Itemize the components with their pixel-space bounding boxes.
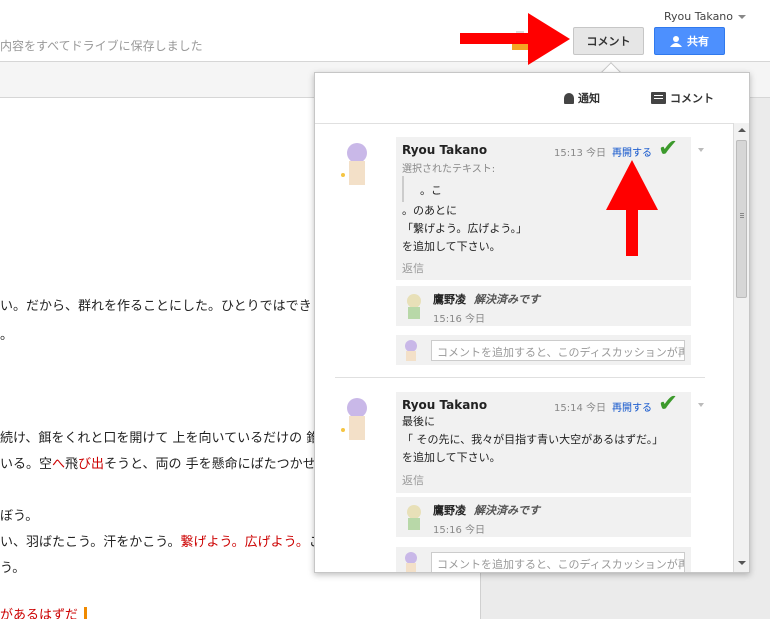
resolver-line: 鷹野凌 解決済みです bbox=[433, 502, 540, 518]
add-comment-row: コメントを追加すると、このディスカッションが再 bbox=[396, 547, 691, 572]
resolved-entry: 鷹野凌 解決済みです 15:16 今日 bbox=[396, 497, 691, 537]
resolver-name: 鷹野凌 bbox=[433, 293, 466, 306]
thread-divider bbox=[335, 377, 705, 378]
share-button[interactable]: 共有 bbox=[654, 27, 725, 55]
annotation-arrow-up-icon bbox=[606, 160, 658, 256]
scroll-thumb[interactable] bbox=[736, 140, 747, 298]
doc-line: いる。空へ飛び出そうと、両の 手を懸命にばたつかせ bbox=[0, 457, 316, 472]
comment-icon bbox=[651, 92, 666, 104]
reopen-link[interactable]: 再開する bbox=[612, 144, 652, 159]
avatar bbox=[407, 294, 421, 319]
top-bar: 内容をすべてドライブに保存しました Ryou Takano コメント 共有 bbox=[0, 0, 770, 62]
save-status: 内容をすべてドライブに保存しました bbox=[0, 39, 203, 53]
grip-icon bbox=[740, 213, 744, 214]
doc-line: い、羽ばたこう。汗をかこう。繋げよう。広げよう。こ bbox=[0, 535, 322, 550]
doc-line: があるはずだ bbox=[0, 608, 78, 619]
reply-link[interactable]: 返信 bbox=[402, 472, 424, 488]
tab-notifications[interactable]: 通知 bbox=[564, 90, 600, 106]
comment-body-line: 。のあとに bbox=[402, 204, 457, 217]
divider bbox=[315, 123, 749, 124]
checkmark-icon: ✔ bbox=[658, 389, 679, 417]
reply-link[interactable]: 返信 bbox=[402, 260, 424, 276]
add-comment-input[interactable]: コメントを追加すると、このディスカッションが再 bbox=[431, 552, 685, 572]
add-comment-row: コメントを追加すると、このディスカッションが再 bbox=[396, 335, 691, 365]
tab-comments[interactable]: コメント bbox=[651, 90, 714, 106]
comment-body-line: を追加して下さい。 bbox=[402, 240, 501, 253]
chevron-down-icon bbox=[738, 15, 747, 19]
scroll-down-icon[interactable] bbox=[738, 561, 746, 565]
resolved-entry: 鷹野凌 解決済みです 15:16 今日 bbox=[396, 286, 691, 326]
comment-time: 15:13 今日 bbox=[554, 148, 606, 159]
selected-text: 。こ bbox=[420, 184, 442, 197]
comment-body-line: 「繋げよう。広げよう。」 bbox=[402, 222, 528, 235]
comment-anchor-marker bbox=[84, 607, 87, 619]
doc-line: 。 bbox=[0, 328, 14, 343]
share-label: 共有 bbox=[687, 35, 709, 48]
doc-line: ぼう。 bbox=[0, 509, 39, 524]
dropdown-caret-icon[interactable] bbox=[698, 148, 704, 152]
doc-line: う。 bbox=[0, 561, 26, 576]
doc-line: い。だから、群れを作ることにした。ひとりではでき bbox=[0, 299, 312, 314]
panel-scrollbar[interactable] bbox=[733, 123, 749, 572]
avatar bbox=[405, 340, 417, 361]
resolved-time: 15:16 今日 bbox=[433, 314, 485, 325]
user-name: Ryou Takano bbox=[664, 10, 734, 23]
resolver-name: 鷹野凌 bbox=[433, 504, 466, 517]
comment-body-line: 「 その先に、我々が目指す青い大空があるはずだ。」 bbox=[402, 433, 664, 446]
person-icon bbox=[670, 35, 682, 47]
bell-icon bbox=[564, 92, 574, 104]
add-comment-input[interactable]: コメントを追加すると、このディスカッションが再 bbox=[431, 340, 685, 361]
selected-text-label: 選択されたテキスト: bbox=[402, 164, 496, 175]
comment-card: Ryou Takano 15:14 今日 再開する ✔ 最後に 「 その先に、我… bbox=[396, 389, 704, 493]
comment-body-line: を追加して下さい。 bbox=[402, 451, 501, 464]
tab-notifications-label: 通知 bbox=[578, 92, 600, 105]
comment-time: 15:14 今日 bbox=[554, 403, 606, 414]
resolved-status: 解決済みです bbox=[474, 504, 540, 517]
avatar bbox=[407, 505, 421, 530]
annotation-arrow-right-icon bbox=[460, 13, 570, 65]
dropdown-caret-icon[interactable] bbox=[698, 403, 704, 407]
scroll-up-icon[interactable] bbox=[738, 128, 746, 132]
avatar bbox=[341, 398, 367, 440]
checkmark-icon: ✔ bbox=[658, 134, 679, 162]
user-menu[interactable]: Ryou Takano bbox=[664, 10, 747, 23]
avatar bbox=[405, 552, 417, 572]
resolved-status: 解決済みです bbox=[474, 293, 540, 306]
quote-bar bbox=[402, 176, 404, 202]
reopen-link[interactable]: 再開する bbox=[612, 399, 652, 414]
comments-panel: 通知 コメント Ryou Takano 15:13 今日 再開する ✔ 選択され… bbox=[314, 72, 750, 573]
comment-author: Ryou Takano bbox=[402, 143, 488, 157]
resolver-line: 鷹野凌 解決済みです bbox=[433, 291, 540, 307]
comments-button[interactable]: コメント bbox=[573, 27, 644, 55]
tab-comments-label: コメント bbox=[670, 92, 714, 105]
avatar bbox=[341, 143, 367, 185]
doc-line: 続け、餌をくれと口を開けて 上を向いているだけの 錐 bbox=[0, 431, 320, 446]
comment-body-line: 最後に bbox=[402, 415, 435, 428]
resolved-time: 15:16 今日 bbox=[433, 525, 485, 536]
comment-author: Ryou Takano bbox=[402, 398, 488, 412]
